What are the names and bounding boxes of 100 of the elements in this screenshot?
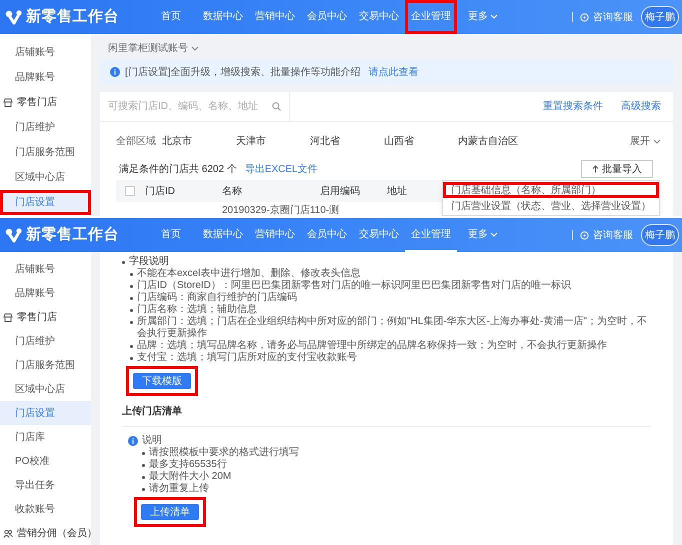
column-header: 启用编码 [320, 184, 361, 198]
region-filter[interactable]: 天津市 [236, 134, 310, 148]
region-filter[interactable]: 北京市 [162, 134, 236, 148]
search-link[interactable]: 高级搜索 [621, 99, 661, 114]
notes-title: 说明 [142, 435, 162, 446]
nav-tab[interactable]: 交易中心 [353, 0, 405, 34]
upload-note: 最多支持65535行 [149, 459, 227, 470]
upload-note: 请勿重复上传 [149, 483, 209, 495]
store-icon [3, 312, 13, 322]
field-note: 品牌：选填；填写品牌名称，请务必与品牌管理中所绑定的品牌名称保持一致；为空时，不会执行更新操作 [137, 340, 607, 352]
search-icon [272, 102, 281, 111]
sidebar-item[interactable]: 店铺账号 [0, 257, 91, 281]
menu-item[interactable]: 门店营业设置（状态、营业、选择营业设置） [443, 198, 659, 214]
sidebar-item[interactable]: 店铺账号 [0, 40, 91, 65]
region-filter[interactable]: 河北省 [310, 134, 384, 148]
support-link[interactable]: 咨询客服 [593, 10, 633, 24]
nav-tab[interactable]: 企业管理 [405, 0, 457, 34]
bullet-icon [130, 321, 133, 324]
nav-tab[interactable]: 更多 [457, 0, 509, 34]
bullet-icon [130, 273, 133, 276]
sidebar-item[interactable]: 品牌账号 [0, 65, 91, 90]
bullet-icon [142, 452, 145, 455]
import-button[interactable]: 批量导入 [581, 160, 653, 178]
notice-text: [门店设置]全面升级，增级搜索、批量操作等功能介绍 [125, 66, 361, 80]
field-note: 门店编码：商家自行维护的门店编码 [137, 292, 297, 304]
result-summary: 满足条件的门店共 6202 个 [119, 162, 237, 176]
column-header: 地址 [387, 184, 407, 198]
region-filter[interactable]: 全部区域 [116, 134, 162, 148]
sidebar-item[interactable]: 门店设置 [0, 190, 91, 215]
headset-icon [580, 12, 589, 22]
account-dropdown[interactable]: 闲里掌柜测试账号 [108, 41, 199, 56]
bullet-icon [142, 488, 145, 491]
search-link[interactable]: 重置搜索条件 [543, 99, 603, 114]
field-note: 门店名称：选填；辅助信息 [137, 304, 257, 316]
people-icon [3, 528, 13, 538]
upload-icon [592, 165, 599, 173]
sidebar-item[interactable]: 门店服务范围 [0, 353, 91, 377]
bullet-icon [130, 357, 133, 360]
sidebar-item[interactable]: 门店维护 [0, 115, 91, 140]
nav-tab[interactable]: 营销中心 [249, 0, 301, 34]
sidebar-item[interactable]: 门店设置 [0, 401, 91, 425]
app-title: 新零售工作台 [26, 224, 119, 245]
logo-icon [5, 227, 23, 243]
upload-note: 最大附件大小 20M [149, 471, 232, 482]
bullet-icon [130, 309, 133, 312]
nav-tab[interactable]: 首页 [145, 218, 197, 252]
nav-tab[interactable]: 数据中心 [197, 0, 249, 34]
app-title: 新零售工作台 [26, 6, 119, 27]
sidebar-item[interactable]: 门店维护 [0, 329, 91, 353]
field-note: 支付宝：选填；填写门店所对应的支付宝收款账号 [137, 352, 357, 364]
sidebar-item[interactable]: 导出任务 [0, 473, 91, 497]
sidebar-item[interactable]: 门店服务范围 [0, 140, 91, 165]
nav-tab[interactable]: 会员中心 [301, 218, 353, 252]
search-field[interactable]: 可搜索门店ID、编码、名称、地址 [108, 99, 272, 114]
bullet-icon [142, 464, 145, 467]
menu-item[interactable]: 门店基础信息（名称、所属部门） [443, 182, 659, 198]
notice-link[interactable]: 请点此查看 [368, 64, 419, 80]
nav-tab[interactable]: 营销中心 [249, 218, 301, 252]
field-notes-title: 字段说明 [129, 256, 169, 268]
sidebar-item[interactable]: 品牌账号 [0, 281, 91, 305]
bullet-icon [130, 297, 133, 300]
export-link[interactable]: 导出EXCEL文件 [244, 162, 318, 176]
region-filter[interactable]: 内蒙古自治区 [458, 134, 532, 148]
nav-tab[interactable]: 首页 [145, 0, 197, 34]
logo-icon [5, 9, 23, 25]
store-icon [3, 98, 13, 107]
headset-icon [580, 230, 589, 240]
bullet-icon [122, 261, 125, 264]
section-title: 上传门店清单 [122, 406, 182, 417]
table-cell: 20190329-京圈门店110-测 [222, 205, 340, 216]
nav-tab[interactable]: 数据中心 [197, 218, 249, 252]
bullet-icon [130, 345, 133, 348]
info-icon [128, 436, 138, 446]
user-avatar[interactable]: 梅子鹏 [641, 6, 679, 28]
sidebar-item[interactable]: 营销分佣（会员） [0, 521, 91, 545]
sidebar-item[interactable]: 区域中心店 [0, 377, 91, 401]
nav-tab[interactable]: 交易中心 [353, 218, 405, 252]
field-note: 门店ID（StoreID）：阿里巴巴集团新零售对门店的唯一标识阿里巴巴集团新零售对门店的唯一标识 [137, 280, 571, 292]
download-button[interactable]: 下载模版 [133, 373, 191, 389]
caret-icon [191, 46, 199, 51]
field-note: 不能在本excel表中进行增加、删除、修改表头信息 [137, 268, 360, 280]
sidebar-item[interactable]: PO校准 [0, 449, 91, 473]
sidebar-item[interactable]: 区域中心店 [0, 165, 91, 190]
support-link[interactable]: 咨询客服 [593, 228, 633, 242]
nav-tab[interactable]: 更多 [457, 218, 509, 252]
region-filter[interactable]: 山西省 [384, 134, 458, 148]
expand-button[interactable]: 展开 [630, 134, 661, 148]
field-note: 所属部门：选填；门店在企业组织结构中所对应的部门；例如"HL集团-华东大区-上海办事处-黄浦一店"；为空时，不会执行更新操作 [137, 316, 648, 340]
sidebar-item[interactable]: 零售门店 [0, 90, 91, 115]
sidebar-item[interactable]: 门店库 [0, 425, 91, 449]
bullet-icon [142, 476, 145, 479]
upload-button[interactable]: 上传清单 [141, 504, 199, 520]
user-avatar[interactable]: 梅子鹏 [641, 224, 679, 246]
column-header: 门店ID [145, 184, 176, 198]
nav-tab[interactable]: 会员中心 [301, 0, 353, 34]
sidebar-item[interactable]: 收款账号 [0, 497, 91, 521]
sidebar-item[interactable]: 零售门店 [0, 305, 91, 329]
info-icon [110, 67, 120, 77]
checkbox[interactable] [125, 186, 135, 196]
upload-note: 请按照模板中要求的格式进行填写 [149, 447, 299, 458]
